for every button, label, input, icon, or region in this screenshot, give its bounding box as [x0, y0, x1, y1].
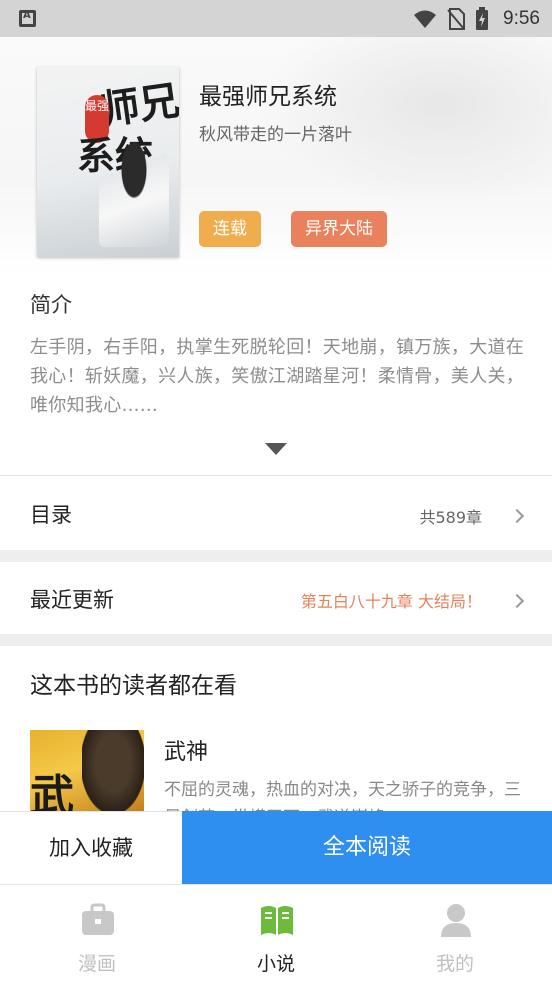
book-author[interactable]: 秋风带走的一片落叶: [199, 120, 352, 145]
latest-update-label: 最近更新: [30, 588, 114, 612]
intro-text: 左手阴，右手阳，执掌生死脱轮回！天地崩，镇万族，大道在我心！斩妖魔，兴人族，笑傲…: [30, 337, 525, 416]
action-bar: 加入收藏 全本阅读: [0, 811, 552, 884]
tab-mine-label: 我的: [435, 953, 474, 975]
tab-comics-label: 漫画: [77, 953, 116, 975]
book-icon: [261, 906, 293, 935]
person-icon: [441, 904, 471, 937]
divider: [0, 475, 552, 476]
tag-serial-status: 连载: [199, 211, 261, 247]
expand-intro-icon[interactable]: [265, 443, 287, 455]
no-sim-icon: [447, 8, 466, 30]
catalog-label: 目录: [30, 503, 72, 527]
section-gap: [0, 634, 552, 646]
status-bar: A 9:56: [0, 0, 552, 37]
latest-update-row[interactable]: 最近更新 第五白八十九章 大结局！: [0, 562, 552, 634]
book-title: 最强师兄系统: [199, 84, 337, 110]
catalog-row[interactable]: 目录 共589章: [0, 478, 552, 550]
tab-novels-label: 小说: [256, 953, 295, 975]
latest-chapter: 第五白八十九章 大结局！: [300, 592, 482, 611]
recommended-book-cover[interactable]: 武: [30, 730, 144, 812]
cover-figure: [99, 137, 169, 247]
add-to-favorites-button[interactable]: 加入收藏: [0, 811, 182, 884]
bottom-tab-bar: 漫画 小说 我的: [0, 884, 552, 983]
tab-novels[interactable]: 小说: [184, 885, 368, 983]
recommended-cover-calligraphy: 武: [30, 771, 74, 812]
wifi-icon: [414, 10, 437, 28]
intro-heading: 简介: [30, 293, 72, 317]
battery-icon: [476, 7, 489, 30]
section-gap: [0, 550, 552, 562]
chevron-right-icon: [509, 508, 525, 524]
book-header: 师兄 最强 系统 最强师兄系统 秋风带走的一片落叶 连载 异界大陆: [0, 37, 552, 277]
notification-app-icon: A: [19, 10, 36, 27]
chapter-count: 共589章: [419, 508, 482, 527]
status-icons: 9:56: [413, 6, 540, 32]
recommended-book-title[interactable]: 武神: [164, 734, 208, 766]
readers-also-read-heading: 这本书的读者都在看: [30, 673, 237, 699]
tag-genre[interactable]: 异界大陆: [291, 211, 387, 247]
book-cover[interactable]: 师兄 最强 系统: [37, 67, 179, 257]
briefcase-icon: [82, 903, 114, 935]
tab-mine[interactable]: 我的: [363, 885, 547, 983]
chevron-right-icon: [509, 593, 525, 609]
status-time: 9:56: [503, 8, 540, 29]
tab-comics[interactable]: 漫画: [5, 885, 189, 983]
recommended-book-desc: 不屈的灵魂，热血的对决，天之骄子的竞争，三尺剑芒，纵横天下，武道巅峰……: [164, 780, 521, 812]
read-full-book-button[interactable]: 全本阅读: [182, 811, 552, 884]
